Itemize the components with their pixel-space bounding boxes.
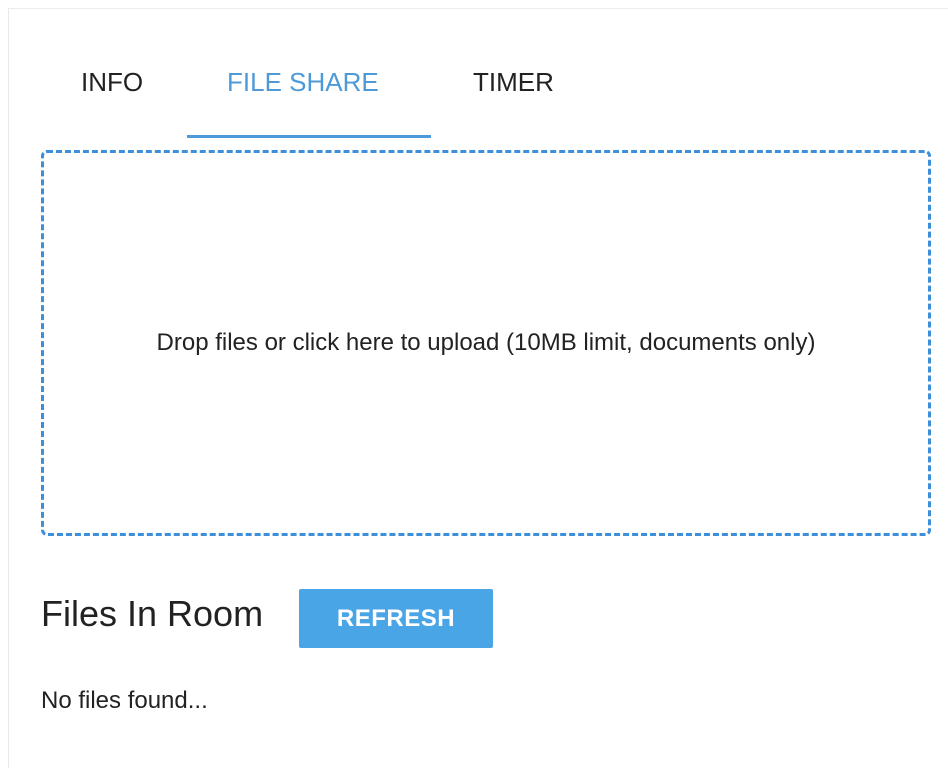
active-tab-indicator <box>187 135 431 138</box>
tab-file-share[interactable]: FILE SHARE <box>227 67 379 98</box>
file-share-panel: INFO FILE SHARE TIMER Drop files or clic… <box>8 8 948 768</box>
files-in-room-heading: Files In Room <box>41 593 264 634</box>
tab-timer[interactable]: TIMER <box>473 67 554 98</box>
dropzone-instructions: Drop files or click here to upload (10MB… <box>156 329 816 356</box>
file-upload-dropzone[interactable]: Drop files or click here to upload (10MB… <box>41 150 931 536</box>
tab-info[interactable]: INFO <box>81 67 143 98</box>
no-files-message: No files found... <box>41 687 208 714</box>
tab-bar: INFO FILE SHARE TIMER <box>9 9 948 139</box>
refresh-button[interactable]: REFRESH <box>299 589 493 648</box>
